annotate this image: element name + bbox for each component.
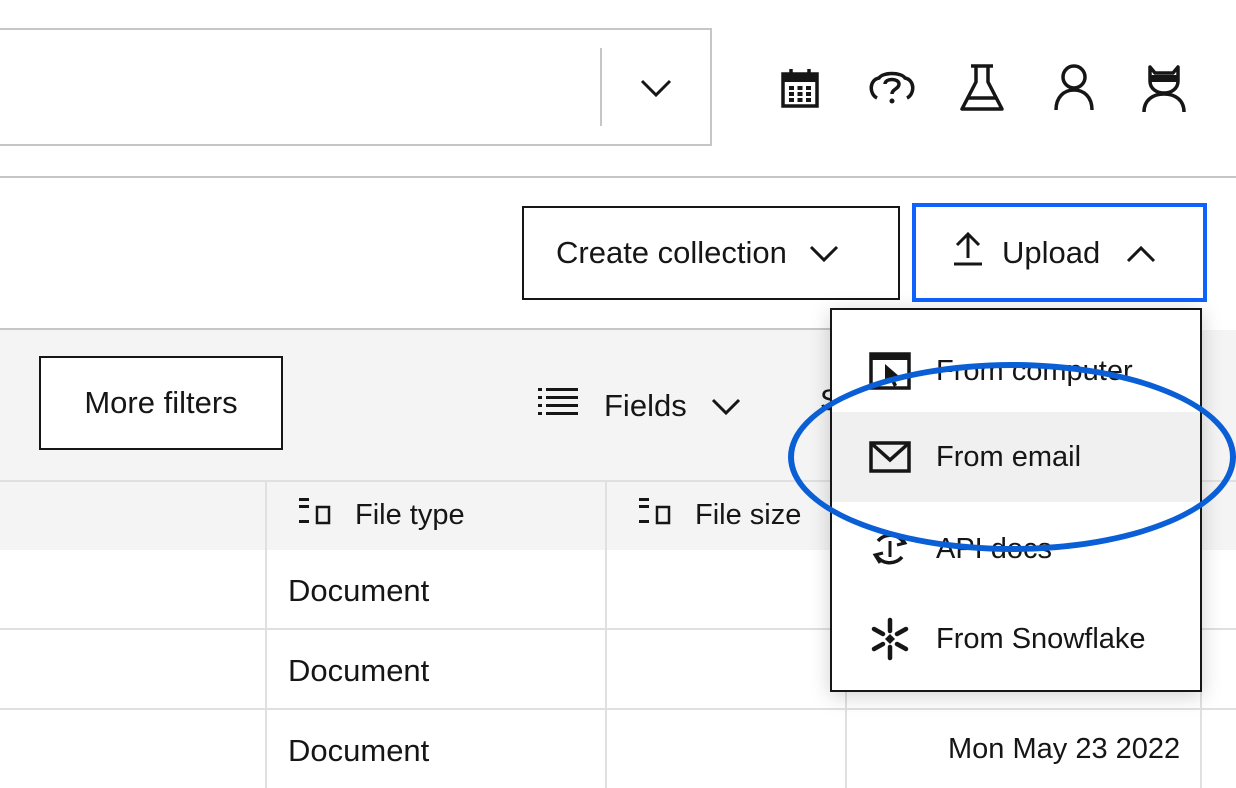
fields-label: Fields: [604, 388, 687, 423]
menu-item-label: From email: [936, 440, 1082, 473]
api-docs-icon: [868, 527, 912, 571]
cell-file-type: Document: [288, 733, 430, 768]
column-divider: [605, 550, 607, 788]
column-divider: [265, 550, 267, 788]
upload-menu: From computer From email API docs From S…: [830, 308, 1202, 692]
field-type-icon: [637, 496, 671, 534]
upload-label: Upload: [1002, 234, 1101, 270]
upload-from-computer-icon: [868, 349, 912, 393]
menu-item-api-docs[interactable]: API docs: [832, 504, 1200, 594]
chevron-up-icon: [1126, 235, 1156, 271]
cell-file-type: Document: [288, 653, 430, 688]
email-icon: [868, 435, 912, 479]
menu-item-label: From Snowflake: [936, 622, 1146, 655]
menu-item-from-computer[interactable]: From computer: [832, 326, 1200, 416]
list-icon: [538, 387, 578, 425]
more-filters-label: More filters: [84, 385, 238, 420]
upload-icon: [952, 231, 984, 275]
fields-button[interactable]: Fields: [538, 380, 741, 432]
cell-file-type: Document: [288, 573, 430, 608]
flask-icon[interactable]: [954, 58, 1010, 118]
field-type-icon: [297, 496, 331, 534]
column-header-file-size[interactable]: File size: [605, 480, 845, 550]
menu-item-label: API docs: [936, 532, 1053, 565]
upload-button[interactable]: Upload: [912, 203, 1207, 302]
admin-user-icon[interactable]: [1136, 58, 1192, 118]
chevron-down-icon: [809, 235, 839, 271]
column-header-file-type[interactable]: File type: [265, 480, 607, 550]
cell-date: Mon May 23 2022: [948, 733, 1181, 765]
menu-item-from-snowflake[interactable]: From Snowflake: [832, 594, 1200, 684]
column-divider: [845, 690, 847, 788]
help-icon[interactable]: [864, 58, 920, 118]
create-collection-label: Create collection: [556, 235, 787, 270]
menu-item-label: From computer: [936, 354, 1133, 387]
search-divider: [600, 48, 602, 126]
chevron-down-icon: [711, 388, 741, 424]
user-icon[interactable]: [1046, 58, 1102, 118]
create-collection-button[interactable]: Create collection: [522, 206, 900, 300]
snowflake-icon: [868, 617, 912, 661]
search-dropdown-chevron-icon[interactable]: [636, 70, 676, 106]
more-filters-button[interactable]: More filters: [39, 356, 283, 450]
column-divider: [1200, 690, 1202, 788]
search-input[interactable]: [0, 28, 712, 146]
header-divider: [0, 176, 1236, 178]
calendar-icon[interactable]: [772, 58, 828, 118]
column-header-label: File size: [695, 498, 802, 531]
menu-item-from-email[interactable]: From email: [832, 412, 1200, 502]
column-header-label: File type: [355, 498, 465, 531]
